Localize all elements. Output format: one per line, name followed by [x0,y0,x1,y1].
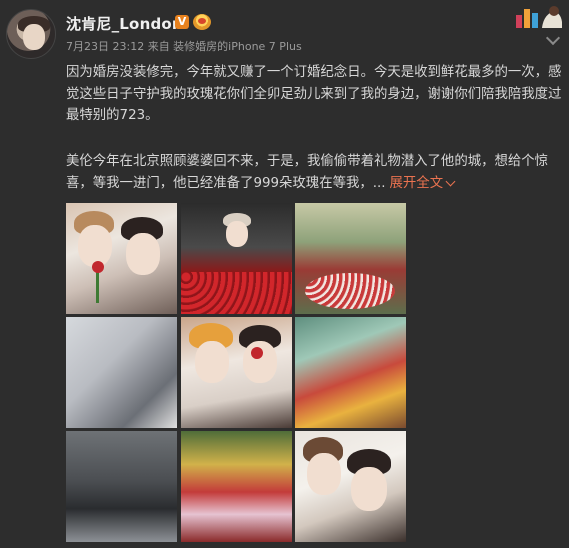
photo-thumbnail[interactable] [66,317,177,428]
expand-label[interactable]: 展开全文 [390,176,444,191]
photo-thumbnail[interactable] [295,203,406,314]
chevron-down-icon[interactable] [545,30,561,46]
decoration-icon [516,6,562,28]
photo-thumbnail[interactable] [295,431,406,542]
chevron-down-icon[interactable] [445,176,456,186]
photo-thumbnail[interactable] [181,317,292,428]
photo-grid [66,203,406,543]
post-paragraph-2: 美伦今年在北京照顾婆婆回不来，于是，我偷偷带着礼物潜入了他的城，想给个惊喜，等我… [66,151,566,194]
photo-thumbnail[interactable] [181,203,292,314]
photo-thumbnail[interactable] [295,317,406,428]
avatar[interactable] [6,9,56,59]
weibo-post-card: 沈肯尼_London V 7月23日 23:12 来自 装修婚房的iPhone … [0,0,569,548]
photo-thumbnail[interactable] [66,203,177,314]
post-paragraph-2-text: 美伦今年在北京照顾婆婆回不来，于是，我偷偷带着礼物潜入了他的城，想给个惊喜，等我… [66,154,549,191]
username[interactable]: 沈肯尼_London [66,13,183,34]
rank-badge-icon[interactable] [193,14,211,30]
post-meta: 7月23日 23:12 来自 装修婚房的iPhone 7 Plus [66,40,302,53]
expand-full-text-link[interactable]: 展开全文 [390,176,456,191]
verified-badge-icon: V [175,15,189,29]
photo-thumbnail[interactable] [66,431,177,542]
photo-thumbnail[interactable] [181,431,292,542]
post-paragraph-1: 因为婚房没装修完，今年就又赚了一个订婚纪念日。今天是收到鲜花最多的一次，感觉这些… [66,65,562,123]
